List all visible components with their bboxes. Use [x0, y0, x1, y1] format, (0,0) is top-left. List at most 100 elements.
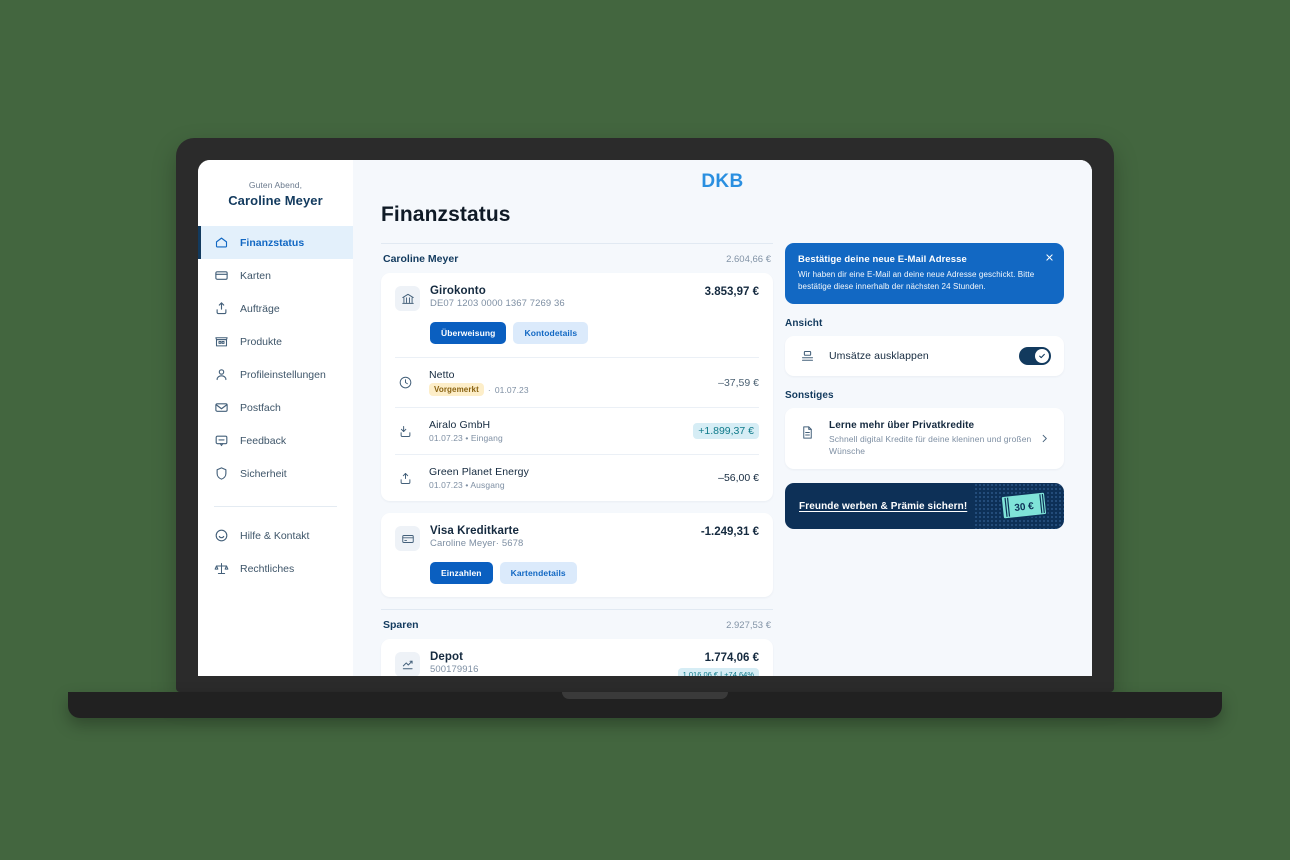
- document-icon: [798, 423, 816, 441]
- topbar: DKB: [353, 160, 1092, 203]
- voucher-icon: 30 €: [997, 489, 1052, 524]
- account-header[interactable]: Visa Kreditkarte Caroline Meyer· 5678 -1…: [381, 513, 773, 553]
- group-header-sparen: Sparen 2.927,53 €: [381, 609, 773, 639]
- status-badge: Vorgemerkt: [429, 383, 484, 396]
- transaction-info: Green Planet Energy 01.07.23 • Ausgang: [429, 466, 718, 490]
- email-confirmation-notice: Bestätige deine neue E-Mail Adresse Wir …: [785, 243, 1064, 305]
- umsaetze-ausklappen-toggle[interactable]: [1019, 347, 1051, 366]
- sidebar-item-label: Feedback: [240, 434, 287, 447]
- privatkredite-promo-card[interactable]: Lerne mehr über Privatkredite Schnell di…: [785, 408, 1064, 470]
- laptop-base: [68, 692, 1222, 718]
- umsaetze-toggle-row[interactable]: Umsätze ausklappen: [785, 336, 1064, 377]
- depot-values: 1.774,06 € 1.016,06 € | +74,64%: [677, 651, 759, 676]
- sidebar-item-label: Sicherheit: [240, 467, 287, 480]
- transaction-date: 01.07.23: [494, 384, 529, 395]
- sidebar-item-postfach[interactable]: Postfach: [198, 391, 353, 424]
- sidebar-item-karten[interactable]: Karten: [198, 259, 353, 292]
- promo-text: Lerne mehr über Privatkredite Schnell di…: [829, 420, 1033, 457]
- transaction-date: 01.07.23 • Eingang: [429, 433, 503, 443]
- upload-icon: [214, 301, 229, 316]
- transaction-row[interactable]: Airalo GmbH 01.07.23 • Eingang +1.899,37…: [381, 408, 773, 454]
- account-info: Depot 500179916: [430, 651, 678, 675]
- group-total: 2.927,53 €: [726, 620, 771, 631]
- person-icon: [214, 367, 229, 382]
- promo-subtitle: Schnell digital Kredite für deine klenin…: [829, 434, 1032, 457]
- close-icon[interactable]: [1044, 252, 1055, 263]
- sidebar-item-rechtliches[interactable]: Rechtliches: [198, 552, 353, 585]
- transaction-amount: –56,00 €: [718, 472, 759, 484]
- greeting-salutation: Guten Abend,: [248, 180, 303, 190]
- sidebar-item-label: Aufträge: [240, 302, 280, 315]
- card-icon: [214, 268, 229, 283]
- group-total: 2.604,66 €: [726, 254, 771, 265]
- sidebar-item-auftraege[interactable]: Aufträge: [198, 292, 353, 325]
- sidebar-nav: Finanzstatus Karten Aufträge Produkte Pr…: [198, 226, 353, 585]
- depot-number: 500179916: [430, 664, 479, 675]
- kartendetails-button[interactable]: Kartendetails: [499, 562, 577, 584]
- transaction-amount: –37,59 €: [718, 376, 759, 389]
- list-collapse-icon: [798, 347, 816, 365]
- sidebar-item-label: Karten: [240, 269, 271, 282]
- sidebar-divider: [214, 506, 337, 507]
- transaction-info: Netto Vorgemerkt · 01.07.23: [429, 369, 718, 396]
- account-header[interactable]: Depot 500179916 1.774,06 € 1.016,06 € | …: [381, 639, 773, 676]
- smiley-icon: [214, 528, 229, 543]
- card-holder: Caroline Meyer· 5678: [430, 538, 524, 549]
- transaction-meta: 01.07.23 • Ausgang: [429, 480, 718, 490]
- scales-icon: [214, 561, 229, 576]
- account-actions: Überweisung Kontodetails: [381, 313, 773, 357]
- transaction-name: Airalo GmbH: [429, 419, 491, 431]
- account-balance: 1.774,06 €: [704, 652, 759, 664]
- sidebar-item-produkte[interactable]: Produkte: [198, 325, 353, 358]
- notice-body: Wir haben dir eine E-Mail an deine neue …: [798, 270, 1035, 291]
- two-column-layout: Caroline Meyer 2.604,66 € Girokonto DE07…: [381, 243, 1064, 676]
- referral-banner[interactable]: Freunde werben & Prämie sichern! 30 €: [785, 483, 1064, 530]
- laptop-mockup: Guten Abend, Caroline Meyer Finanzstatus…: [0, 0, 1290, 860]
- notice-title: Bestätige deine neue E-Mail Adresse: [798, 254, 967, 265]
- sidebar-item-hilfe-kontakt[interactable]: Hilfe & Kontakt: [198, 519, 353, 552]
- promo-title: Lerne mehr über Privatkredite: [829, 420, 975, 432]
- account-name: Depot: [430, 651, 464, 663]
- group-title: Sparen: [383, 619, 419, 631]
- side-column: Bestätige deine neue E-Mail Adresse Wir …: [785, 243, 1064, 530]
- credit-card-icon: [395, 526, 420, 551]
- mail-icon: [214, 400, 229, 415]
- main-content: DKB Finanzstatus Caroline Meyer 2.604,66…: [353, 160, 1092, 676]
- sidebar-item-sicherheit[interactable]: Sicherheit: [198, 457, 353, 490]
- sidebar-item-feedback[interactable]: Feedback: [198, 424, 353, 457]
- transaction-row[interactable]: Green Planet Energy 01.07.23 • Ausgang –…: [381, 455, 773, 501]
- toggle-label: Umsätze ausklappen: [829, 350, 929, 363]
- dkb-logo[interactable]: DKB: [701, 171, 743, 193]
- sidebar: Guten Abend, Caroline Meyer Finanzstatus…: [198, 160, 353, 676]
- account-name: Visa Kreditkarte: [430, 525, 519, 537]
- kontodetails-button[interactable]: Kontodetails: [513, 322, 589, 344]
- ueberweisung-button[interactable]: Überweisung: [430, 322, 507, 344]
- account-name: Girokonto: [430, 285, 486, 297]
- sidebar-item-label: Finanzstatus: [240, 236, 305, 249]
- account-card-girokonto: Girokonto DE07 1203 0000 1367 7269 36 3.…: [381, 273, 773, 501]
- sidebar-item-finanzstatus[interactable]: Finanzstatus: [198, 226, 353, 259]
- sidebar-item-label: Profileinstellungen: [240, 368, 326, 381]
- accounts-column: Caroline Meyer 2.604,66 € Girokonto DE07…: [381, 243, 773, 676]
- transaction-meta: 01.07.23 • Eingang: [429, 433, 693, 443]
- account-header[interactable]: Girokonto DE07 1203 0000 1367 7269 36 3.…: [381, 273, 773, 313]
- shield-icon: [214, 466, 229, 481]
- page-title: Finanzstatus: [381, 203, 511, 226]
- group-header-personal: Caroline Meyer 2.604,66 €: [381, 243, 773, 273]
- account-card-visa: Visa Kreditkarte Caroline Meyer· 5678 -1…: [381, 513, 773, 597]
- sidebar-item-label: Produkte: [240, 335, 283, 348]
- transaction-info: Airalo GmbH 01.07.23 • Eingang: [429, 419, 693, 443]
- transaction-date: 01.07.23 • Ausgang: [429, 480, 505, 490]
- section-label-sonstiges: Sonstiges: [785, 390, 834, 402]
- greeting-user-name: Caroline Meyer: [228, 193, 323, 208]
- section-label-ansicht: Ansicht: [785, 318, 823, 330]
- chevron-right-icon: [1039, 433, 1051, 444]
- browser-viewport: Guten Abend, Caroline Meyer Finanzstatus…: [198, 160, 1092, 676]
- sidebar-item-profileinstellungen[interactable]: Profileinstellungen: [198, 358, 353, 391]
- depot-performance-badge: 1.016,06 € | +74,64%: [677, 668, 759, 676]
- account-card-depot: Depot 500179916 1.774,06 € 1.016,06 € | …: [381, 639, 773, 676]
- account-actions: Einzahlen Kartendetails: [381, 553, 773, 597]
- chat-icon: [214, 433, 229, 448]
- transaction-row[interactable]: Netto Vorgemerkt · 01.07.23 –37,59 €: [381, 358, 773, 407]
- einzahlen-button[interactable]: Einzahlen: [430, 562, 493, 584]
